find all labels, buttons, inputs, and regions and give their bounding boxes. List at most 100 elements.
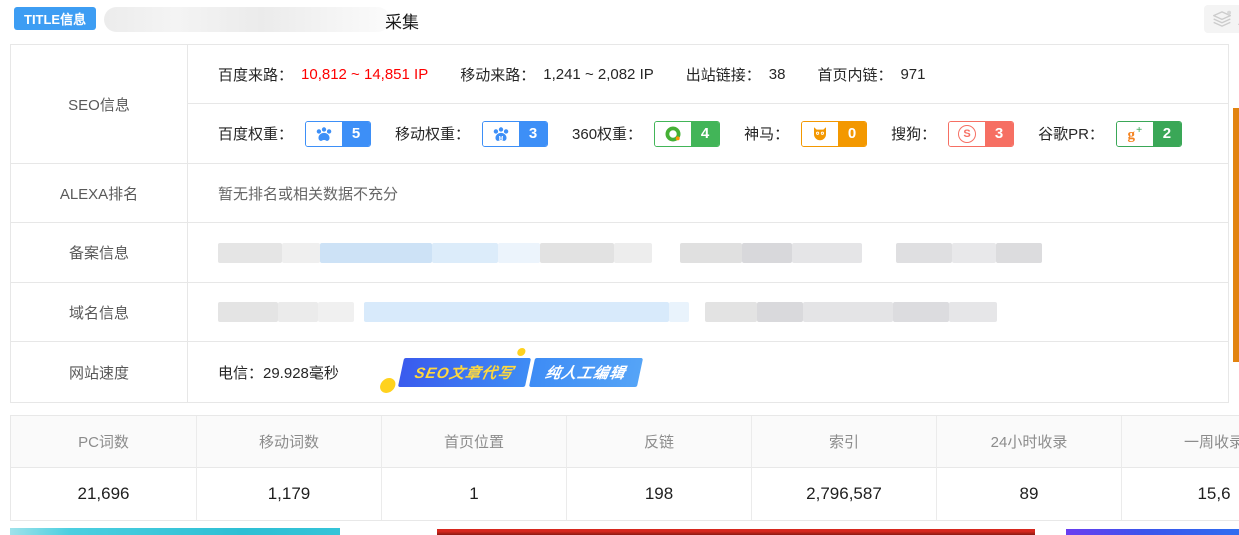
bottom-banner-cyan bbox=[10, 528, 340, 535]
homepage-position-value: 1 bbox=[381, 468, 566, 520]
shenma-owl-icon bbox=[802, 122, 838, 146]
stats-values-row: 21,696 1,179 1 198 2,796,587 89 15,6 bbox=[11, 468, 1239, 520]
weight-360-badge[interactable]: 4 bbox=[654, 121, 720, 147]
traffic-sub-row: 百度来路： 10,812 ~ 14,851 IP 移动来路： 1,241 ~ 2… bbox=[188, 45, 1228, 103]
google-pr-badge[interactable]: g+ 2 bbox=[1116, 121, 1182, 147]
ad-dot-icon bbox=[379, 378, 397, 393]
bottom-banner-red bbox=[437, 529, 1035, 535]
redacted-text-block bbox=[792, 243, 862, 263]
alexa-value: 暂无排名或相关数据不充分 bbox=[218, 183, 398, 204]
redacted-text-block bbox=[803, 302, 893, 322]
sogou-s-icon: S bbox=[949, 122, 985, 146]
outbound-links: 出站链接： 38 bbox=[686, 64, 786, 85]
baidu-traffic: 百度来路： 10,812 ~ 14,851 IP bbox=[218, 64, 428, 85]
weight-360-value: 4 bbox=[691, 122, 719, 146]
baidu-weight-value: 5 bbox=[342, 122, 370, 146]
redacted-text-block bbox=[432, 243, 498, 263]
shenma-weight-badge[interactable]: 0 bbox=[801, 121, 867, 147]
outbound-links-value: 38 bbox=[769, 66, 786, 83]
redacted-page-title bbox=[104, 7, 390, 32]
svg-text:M: M bbox=[499, 135, 504, 141]
beian-row: 备案信息 bbox=[11, 222, 1228, 282]
weight-360: 360权重： 4 bbox=[572, 121, 720, 147]
mobile-traffic: 移动来路： 1,241 ~ 2,082 IP bbox=[460, 64, 654, 85]
redacted-text-block bbox=[498, 243, 540, 263]
index-value: 2,796,587 bbox=[751, 468, 936, 520]
ad-right-text: 纯人工编辑 bbox=[528, 358, 642, 387]
homepage-inlinks: 首页内链： 971 bbox=[817, 64, 925, 85]
right-edge-orange-strip bbox=[1233, 108, 1239, 362]
collected-24h-value: 89 bbox=[936, 468, 1121, 520]
speed-value: 电信：29.928毫秒 bbox=[218, 362, 339, 383]
col-index: 索引 bbox=[751, 416, 936, 468]
row-label-domain: 域名信息 bbox=[11, 283, 188, 341]
col-24h-collected: 24小时收录 bbox=[936, 416, 1121, 468]
seo-info-content: 百度来路： 10,812 ~ 14,851 IP 移动来路： 1,241 ~ 2… bbox=[188, 45, 1228, 163]
sogou-weight-badge[interactable]: S 3 bbox=[948, 121, 1014, 147]
redacted-text-block bbox=[949, 302, 997, 322]
sogou-weight-value: 3 bbox=[985, 122, 1013, 146]
page-title-suffix: 采集 bbox=[385, 8, 419, 33]
mobile-weight: 移动权重： M 3 bbox=[395, 121, 548, 147]
shenma-weight: 神马： 0 bbox=[744, 121, 867, 147]
redacted-text-block bbox=[364, 302, 669, 322]
apps-button[interactable]: 应 bbox=[1204, 5, 1239, 33]
baidu-weight-badge[interactable]: 5 bbox=[305, 121, 371, 147]
row-label-seo: SEO信息 bbox=[11, 45, 188, 163]
collected-week-value: 15,6 bbox=[1121, 468, 1239, 520]
redacted-text-block bbox=[282, 243, 320, 263]
domain-row: 域名信息 bbox=[11, 282, 1228, 341]
redacted-text-block bbox=[896, 243, 952, 263]
stats-header-row: PC词数 移动词数 首页位置 反链 索引 24小时收录 一周收录 bbox=[11, 416, 1239, 468]
alexa-row: ALEXA排名 暂无排名或相关数据不充分 bbox=[11, 163, 1228, 222]
col-backlinks: 反链 bbox=[566, 416, 751, 468]
baidu-mobile-paw-icon: M bbox=[483, 122, 519, 146]
redacted-text-block bbox=[540, 243, 614, 263]
redacted-text-block bbox=[952, 243, 996, 263]
baidu-weight: 百度权重： 5 bbox=[218, 121, 371, 147]
redacted-text-block bbox=[705, 302, 757, 322]
redacted-beian-info bbox=[188, 223, 1228, 282]
google-plus-icon: g+ bbox=[1117, 122, 1153, 146]
row-label-beian: 备案信息 bbox=[11, 223, 188, 282]
redacted-text-block bbox=[742, 243, 792, 263]
redacted-text-block bbox=[757, 302, 803, 322]
mobile-traffic-value: 1,241 ~ 2,082 IP bbox=[543, 66, 654, 83]
redacted-text-block bbox=[218, 243, 282, 263]
360-logo-icon bbox=[655, 122, 691, 146]
redacted-text-block bbox=[318, 302, 354, 322]
redacted-text-block bbox=[320, 243, 432, 263]
col-pc-words: PC词数 bbox=[11, 416, 196, 468]
seo-writing-ad-banner[interactable]: SEO文章代写 纯人工编辑 bbox=[398, 358, 643, 387]
seo-info-table: SEO信息 百度来路： 10,812 ~ 14,851 IP 移动来路： 1,2… bbox=[10, 44, 1229, 403]
speed-row: 网站速度 电信：29.928毫秒 SEO文章代写 纯人工编辑 bbox=[11, 341, 1228, 402]
sogou-weight: 搜狗： S 3 bbox=[891, 121, 1014, 147]
mobile-weight-badge[interactable]: M 3 bbox=[482, 121, 548, 147]
redacted-text-block bbox=[689, 302, 705, 322]
baidu-paw-icon bbox=[306, 122, 342, 146]
layers-icon bbox=[1212, 10, 1232, 28]
backlinks-value: 198 bbox=[566, 468, 751, 520]
redacted-text-block bbox=[614, 243, 652, 263]
baidu-traffic-value: 10,812 ~ 14,851 IP bbox=[301, 66, 428, 83]
seo-info-row: SEO信息 百度来路： 10,812 ~ 14,851 IP 移动来路： 1,2… bbox=[11, 45, 1228, 163]
google-pr: 谷歌PR： g+ 2 bbox=[1038, 121, 1182, 147]
col-homepage-position: 首页位置 bbox=[381, 416, 566, 468]
redacted-text-block bbox=[354, 302, 364, 322]
weights-sub-row: 百度权重： 5 移动权重： bbox=[188, 103, 1228, 163]
redacted-text-block bbox=[996, 243, 1042, 263]
stats-table: PC词数 移动词数 首页位置 反链 索引 24小时收录 一周收录 21,696 … bbox=[10, 415, 1239, 521]
google-pr-value: 2 bbox=[1153, 122, 1181, 146]
col-week-collected: 一周收录 bbox=[1121, 416, 1239, 468]
redacted-text-block bbox=[669, 302, 689, 322]
row-label-speed: 网站速度 bbox=[11, 342, 188, 402]
title-info-badge: TITLE信息 bbox=[14, 7, 96, 30]
mobile-weight-value: 3 bbox=[519, 122, 547, 146]
mobile-words-value: 1,179 bbox=[196, 468, 381, 520]
redacted-text-block bbox=[893, 302, 949, 322]
redacted-domain-info bbox=[188, 283, 1228, 341]
row-label-alexa: ALEXA排名 bbox=[11, 164, 188, 222]
redacted-text-block bbox=[652, 243, 680, 263]
ad-left-text: SEO文章代写 bbox=[398, 358, 531, 387]
redacted-text-block bbox=[218, 302, 278, 322]
